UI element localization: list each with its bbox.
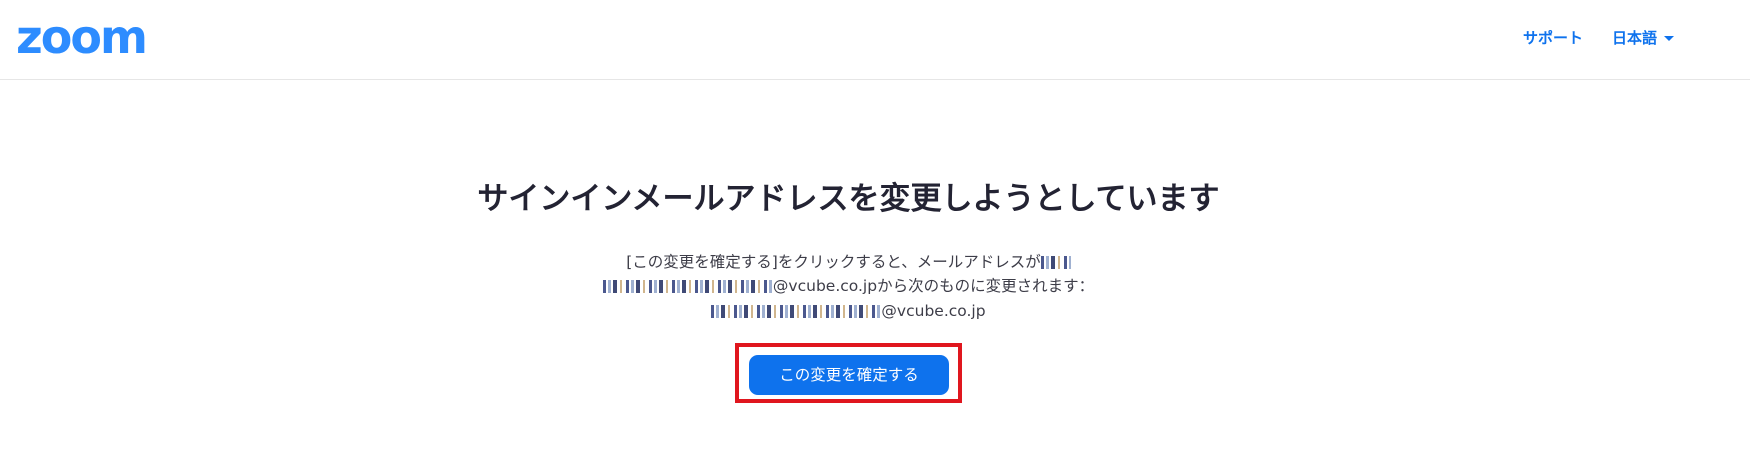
language-dropdown[interactable]: 日本語 [1612, 25, 1675, 49]
redacted-new-email [711, 305, 882, 318]
description-line-2: @vcube.co.jpから次のものに変更されます： [0, 274, 1697, 298]
page-title: サインインメールアドレスを変更しようとしています [477, 181, 1220, 217]
support-link-label[interactable]: サポート [1523, 27, 1583, 48]
new-email-domain: @vcube.co.jp [881, 302, 986, 320]
description-change-text: から次のものに変更されます： [877, 277, 1095, 295]
support-link[interactable]: サポート [1523, 25, 1583, 49]
description-line-1: [この変更を確定する]をクリックすると、メールアドレスが [0, 250, 1697, 274]
top-header: zoom サポート 日本語 [0, 0, 1750, 80]
language-dropdown-label[interactable]: 日本語 [1612, 27, 1657, 48]
zoom-logo[interactable]: zoom [16, 11, 148, 63]
description-text: [この変更を確定する]をクリックすると、メールアドレスが [626, 253, 1041, 271]
old-email-domain: @vcube.co.jp [772, 277, 878, 295]
confirm-change-button[interactable]: この変更を確定する [749, 355, 949, 395]
redacted-old-email [602, 280, 773, 293]
caret-down-icon[interactable] [1664, 35, 1675, 41]
description-line-3: @vcube.co.jp [0, 299, 1697, 323]
redacted-text [1040, 256, 1071, 269]
